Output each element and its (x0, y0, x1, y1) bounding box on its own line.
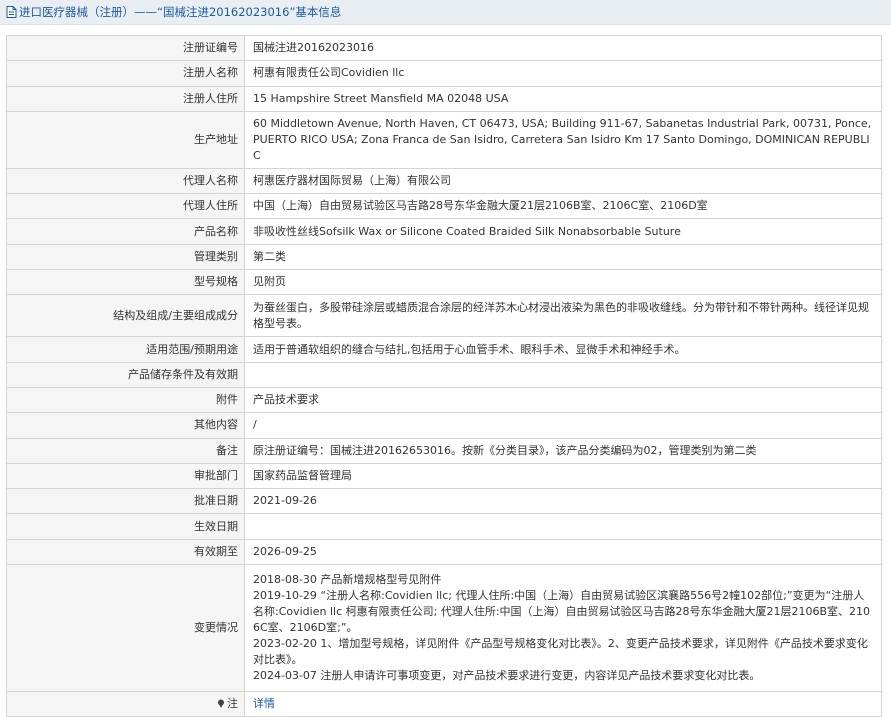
table-row: 生产地址 60 Middletown Avenue, North Haven, … (6, 110, 882, 169)
production-address-value: 60 Middletown Avenue, North Haven, CT 06… (244, 110, 882, 169)
attachment-value: 产品技术要求 (244, 386, 882, 414)
scope-value: 适用于普通软组织的缝合与结扎,包括用于心血管手术、眼科手术、显微手术和神经手术。 (244, 336, 882, 363)
field-label: 备注 (6, 437, 245, 464)
table-row: 产品储存条件及有效期 (6, 361, 882, 388)
document-icon (6, 6, 17, 18)
pin-icon (218, 699, 224, 709)
table-row: 代理人名称 柯惠医疗器材国际贸易（上海）有限公司 (6, 167, 882, 195)
agent-name-value: 柯惠医疗器材国际贸易（上海）有限公司 (244, 167, 882, 195)
change-history-value: 2018-08-30 产品新增规格型号见附件 2019-10-29 “注册人名称… (244, 564, 882, 693)
approval-date-value: 2021-09-26 (244, 488, 882, 515)
field-label: 生效日期 (6, 513, 245, 540)
table-row: 附件 产品技术要求 (6, 386, 882, 414)
details-link[interactable]: 详情 (253, 697, 275, 710)
table-row: 注册人名称 柯惠有限责任公司Covidien llc (6, 60, 882, 87)
registrant-name-value: 柯惠有限责任公司Covidien llc (244, 60, 882, 87)
note-label: 注 (227, 697, 238, 711)
change-entry: 2018-08-30 产品新增规格型号见附件 (253, 573, 442, 587)
table-row: 注册证编号 国械注进20162023016 (6, 34, 882, 62)
field-label: 有效期至 (6, 538, 245, 566)
table-row: 批准日期 2021-09-26 (6, 488, 882, 515)
registration-info-table: 注册证编号 国械注进20162023016 注册人名称 柯惠有限责任公司Covi… (6, 34, 882, 717)
agent-address-value: 中国（上海）自由贸易试验区马吉路28号东华金融大厦21层2106B室、2106C… (244, 193, 882, 220)
valid-until-value: 2026-09-25 (244, 538, 882, 566)
field-label: 注册证编号 (6, 34, 245, 62)
storage-value (244, 361, 882, 388)
field-label: 管理类别 (6, 243, 245, 271)
category-value: 第二类 (244, 243, 882, 271)
field-label: 审批部门 (6, 462, 245, 490)
registrant-address-value: 15 Hampshire Street Mansfield MA 02048 U… (244, 85, 882, 112)
table-row: 审批部门 国家药品监督管理局 (6, 462, 882, 490)
change-entry: 2023-02-20 1、增加型号规格，详见附件《产品型号规格变化对比表》。2、… (253, 637, 868, 667)
field-label: 产品名称 (6, 218, 245, 245)
field-label: 批准日期 (6, 488, 245, 515)
table-row: 代理人住所 中国（上海）自由贸易试验区马吉路28号东华金融大厦21层2106B室… (6, 193, 882, 220)
field-label: 其他内容 (6, 412, 245, 439)
remarks-value: 原注册证编号：国械注进20162653016。按新《分类目录》，该产品分类编码为… (244, 437, 882, 464)
model-value: 见附页 (244, 269, 882, 296)
field-label: 适用范围/预期用途 (6, 336, 245, 363)
other-value: / (244, 412, 882, 439)
table-row: 产品名称 非吸收性丝线Sofsilk Wax or Silicone Coate… (6, 218, 882, 245)
table-row: 注 详情 (6, 691, 882, 717)
change-entry: 2019-10-29 “注册人名称:Covidien llc; 代理人住所:中国… (253, 589, 871, 635)
page-header: 进口医疗器械（注册）——“国械注进20162023016”基本信息 (0, 0, 891, 25)
table-row: 备注 原注册证编号：国械注进20162653016。按新《分类目录》，该产品分类… (6, 437, 882, 464)
registration-number-value: 国械注进20162023016 (244, 34, 882, 62)
field-label: 注册人名称 (6, 60, 245, 87)
table-row: 有效期至 2026-09-25 (6, 538, 882, 566)
effective-date-value (244, 513, 882, 540)
field-label: 结构及组成/主要组成成分 (6, 294, 245, 338)
note-value: 详情 (244, 691, 882, 717)
field-label: 代理人住所 (6, 193, 245, 220)
field-label: 生产地址 (6, 110, 245, 169)
field-label: 附件 (6, 386, 245, 414)
table-row: 变更情况 2018-08-30 产品新增规格型号见附件 2019-10-29 “… (6, 564, 882, 693)
table-row: 生效日期 (6, 513, 882, 540)
structure-value: 为蚕丝蛋白，多股带硅涂层或蜡质混合涂层的经洋苏木心材浸出液染为黑色的非吸收缝线。… (244, 294, 882, 338)
approval-department-value: 国家药品监督管理局 (244, 462, 882, 490)
field-label: 代理人名称 (6, 167, 245, 195)
field-label: 型号规格 (6, 269, 245, 296)
table-row: 适用范围/预期用途 适用于普通软组织的缝合与结扎,包括用于心血管手术、眼科手术、… (6, 336, 882, 363)
table-row: 结构及组成/主要组成成分 为蚕丝蛋白，多股带硅涂层或蜡质混合涂层的经洋苏木心材浸… (6, 294, 882, 338)
note-label-cell: 注 (6, 691, 245, 717)
field-label: 变更情况 (6, 564, 245, 693)
page-title: 进口医疗器械（注册）——“国械注进20162023016”基本信息 (19, 5, 342, 19)
table-row: 其他内容 / (6, 412, 882, 439)
product-name-value: 非吸收性丝线Sofsilk Wax or Silicone Coated Bra… (244, 218, 882, 245)
table-row: 管理类别 第二类 (6, 243, 882, 271)
change-entry: 2024-03-07 注册人申请许可事项变更，对产品技术要求进行变更，内容详见产… (253, 669, 761, 683)
field-label: 注册人住所 (6, 85, 245, 112)
table-row: 型号规格 见附页 (6, 269, 882, 296)
table-row: 注册人住所 15 Hampshire Street Mansfield MA 0… (6, 85, 882, 112)
field-label: 产品储存条件及有效期 (6, 361, 245, 388)
